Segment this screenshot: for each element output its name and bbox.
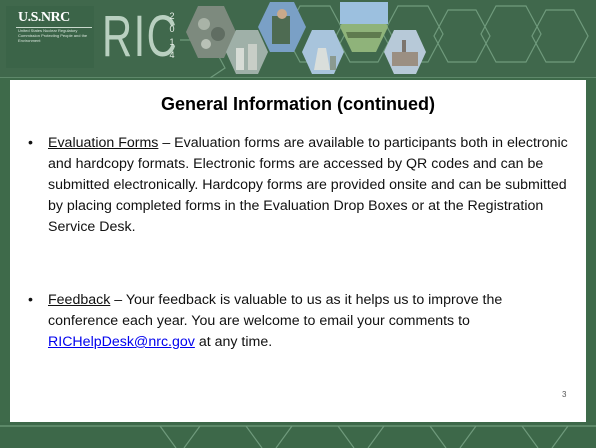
bullet-evaluation-forms: • Evaluation Forms – Evaluation forms ar…	[28, 133, 568, 238]
nrc-logo-text: U.S.NRC	[18, 10, 70, 25]
help-desk-email-link[interactable]: RICHelpDesk@nrc.gov	[48, 334, 195, 350]
feedback-text-end: at any time.	[194, 334, 273, 350]
bullet-dot: •	[28, 135, 33, 151]
evaluation-forms-term: Evaluation Forms	[48, 135, 159, 151]
page-number: 3	[562, 390, 567, 399]
ric-wordmark: RIC	[102, 4, 179, 69]
header-banner: U.S.NRC United States Nuclear Regulatory…	[0, 0, 596, 78]
nrc-logo: U.S.NRC United States Nuclear Regulatory…	[6, 6, 94, 68]
footer-hexagon-pattern	[0, 425, 596, 448]
photo-hexagon-worker	[258, 2, 306, 52]
nrc-logo-tagline: United States Nuclear Regulatory Commiss…	[18, 28, 88, 43]
slide-title: General Information (continued)	[160, 94, 435, 114]
photo-hexagon-facility	[384, 30, 426, 74]
feedback-text: – Your feedback is valuable to us as it …	[48, 292, 503, 329]
bullet-dot: •	[28, 292, 33, 308]
content-panel: General Information (continued) • Evalua…	[10, 80, 586, 422]
bullet-feedback: • Feedback – Your feedback is valuable t…	[28, 290, 568, 353]
slide: U.S.NRC United States Nuclear Regulatory…	[0, 0, 596, 448]
photo-hexagon-plant	[302, 30, 344, 74]
feedback-term: Feedback	[48, 292, 111, 308]
photo-hexagon-landscape	[340, 2, 388, 52]
ric-year: 2 0 1 4	[169, 11, 175, 60]
footer-banner	[0, 422, 596, 448]
